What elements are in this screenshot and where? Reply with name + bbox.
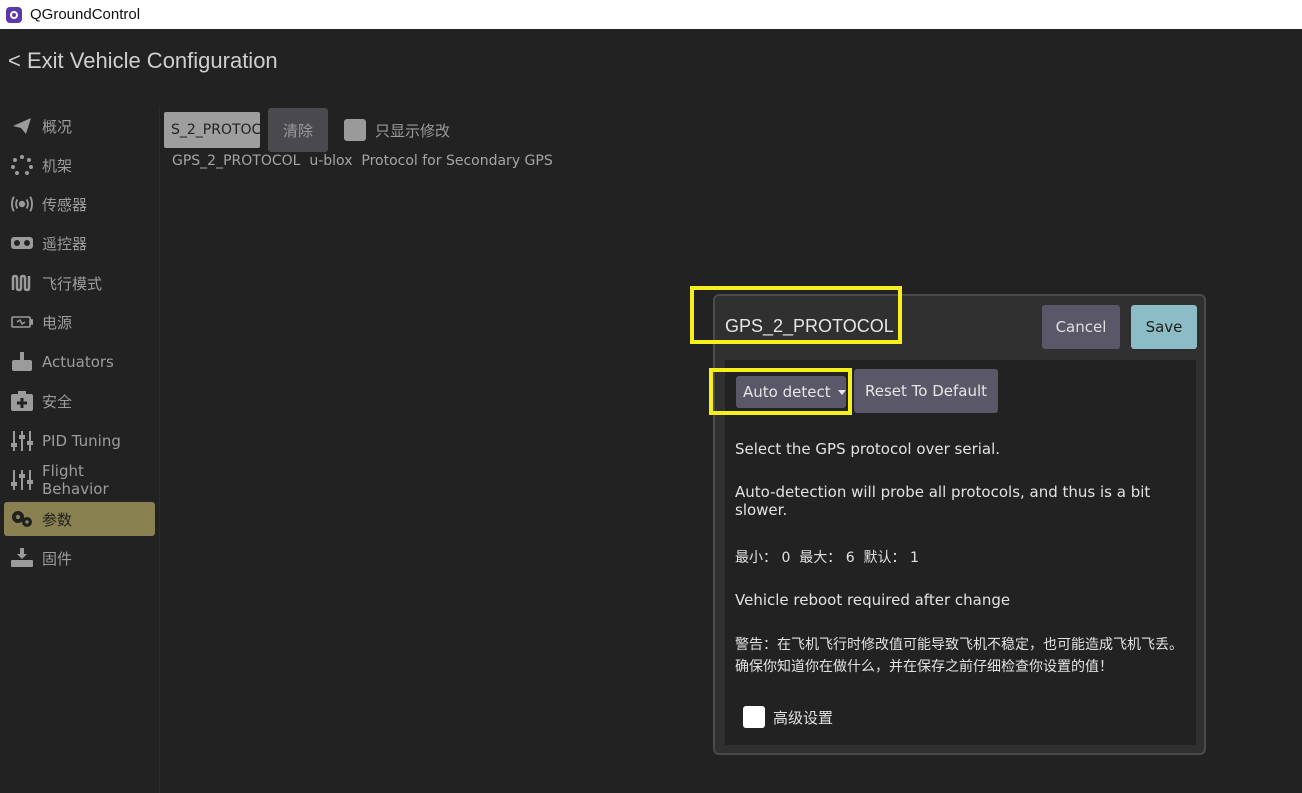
- show-modified-checkbox[interactable]: [344, 119, 366, 141]
- sidebar-item-firmware[interactable]: 固件: [4, 541, 155, 575]
- sliders-icon: [11, 430, 33, 452]
- sidebar-item-label: 参数: [42, 510, 73, 529]
- firmware-icon: [11, 547, 33, 569]
- sliders-icon: [11, 469, 33, 491]
- battery-icon: [11, 311, 33, 333]
- sidebar-item-label: 传感器: [42, 195, 88, 214]
- show-modified-label: 只显示修改: [375, 122, 451, 140]
- param-name: GPS_2_PROTOCOL: [172, 153, 301, 169]
- cancel-button[interactable]: Cancel: [1042, 305, 1120, 349]
- advanced-settings-label: 高级设置: [773, 709, 834, 727]
- window-titlebar: QGroundControl: [0, 0, 1302, 29]
- sidebar-item-actuators[interactable]: Actuators: [4, 345, 155, 379]
- sidebar-item-sensors[interactable]: 传感器: [4, 187, 155, 221]
- sidebar-item-label: 安全: [42, 392, 73, 411]
- sidebar-item-label: 飞行模式: [42, 274, 103, 293]
- reboot-note: Vehicle reboot required after change: [735, 591, 1011, 609]
- sidebar-item-flight-modes[interactable]: 飞行模式: [4, 266, 155, 300]
- sidebar: 概况 机架 传感器 遥控器 飞行模式 电源 Actuators 安全 PID T…: [0, 106, 160, 793]
- warning-text: 警告：在飞机飞行时修改值可能导致飞机不稳定，也可能造成飞机飞丢。 确保你知道你在…: [735, 637, 1183, 675]
- protocol-select[interactable]: Auto detect: [736, 376, 846, 408]
- sidebar-item-radio[interactable]: 遥控器: [4, 226, 155, 260]
- window-title: QGroundControl: [30, 6, 141, 23]
- param-description: Protocol for Secondary GPS: [361, 153, 553, 169]
- sidebar-item-label: PID Tuning: [42, 432, 121, 450]
- sidebar-item-label: 概况: [42, 117, 73, 136]
- sidebar-item-label: 固件: [42, 549, 73, 568]
- airframe-icon: [11, 154, 33, 176]
- parameter-row[interactable]: GPS_2_PROTOCOL u-blox Protocol for Secon…: [172, 153, 553, 169]
- actuators-icon: [11, 351, 33, 373]
- save-button[interactable]: Save: [1131, 305, 1197, 349]
- radio-icon: [11, 232, 33, 254]
- advanced-settings-checkbox[interactable]: [743, 706, 765, 728]
- sidebar-item-flight-behavior[interactable]: Flight Behavior: [4, 462, 155, 498]
- gears-icon: [11, 508, 33, 530]
- sidebar-item-power[interactable]: 电源: [4, 305, 155, 339]
- dialog-body: Auto detect Reset To Default Select the …: [709, 360, 1196, 745]
- sensors-icon: [11, 193, 33, 215]
- clear-button[interactable]: 清除: [268, 108, 328, 152]
- sidebar-item-safety[interactable]: 安全: [4, 384, 155, 418]
- exit-vehicle-configuration-link[interactable]: < Exit Vehicle Configuration: [8, 48, 278, 74]
- protocol-select-value: Auto detect: [743, 383, 831, 401]
- description-line-1: Select the GPS protocol over serial.: [735, 440, 1001, 458]
- flight-modes-icon: [11, 272, 33, 294]
- parameter-edit-dialog: GPS_2_PROTOCOL Cancel Save Auto detect R…: [690, 286, 1206, 755]
- sidebar-item-label: Actuators: [42, 353, 114, 371]
- sidebar-item-label: Flight Behavior: [42, 462, 109, 498]
- qgc-app-icon: [6, 6, 22, 23]
- sidebar-item-parameters[interactable]: 参数: [4, 502, 155, 536]
- sidebar-item-airframe[interactable]: 机架: [4, 148, 155, 182]
- sidebar-item-summary[interactable]: 概况: [4, 109, 155, 143]
- paper-plane-icon: [11, 115, 33, 137]
- sidebar-item-pid-tuning[interactable]: PID Tuning: [4, 424, 155, 458]
- reset-to-default-button[interactable]: Reset To Default: [854, 369, 998, 413]
- range-info: 最小： 0 最大： 6 默认： 1: [735, 550, 919, 566]
- sidebar-item-label: 电源: [42, 313, 73, 332]
- param-value: u-blox: [309, 153, 353, 169]
- dialog-title: GPS_2_PROTOCOL: [725, 316, 894, 336]
- sidebar-item-label: 机架: [42, 156, 73, 175]
- chevron-down-icon: [837, 389, 846, 395]
- parameter-search-input[interactable]: S_2_PROTOCOL: [164, 112, 260, 148]
- sidebar-item-label: 遥控器: [42, 234, 88, 253]
- description-line-2: Auto-detection will probe all protocols,…: [735, 483, 1151, 519]
- safety-icon: [11, 390, 33, 412]
